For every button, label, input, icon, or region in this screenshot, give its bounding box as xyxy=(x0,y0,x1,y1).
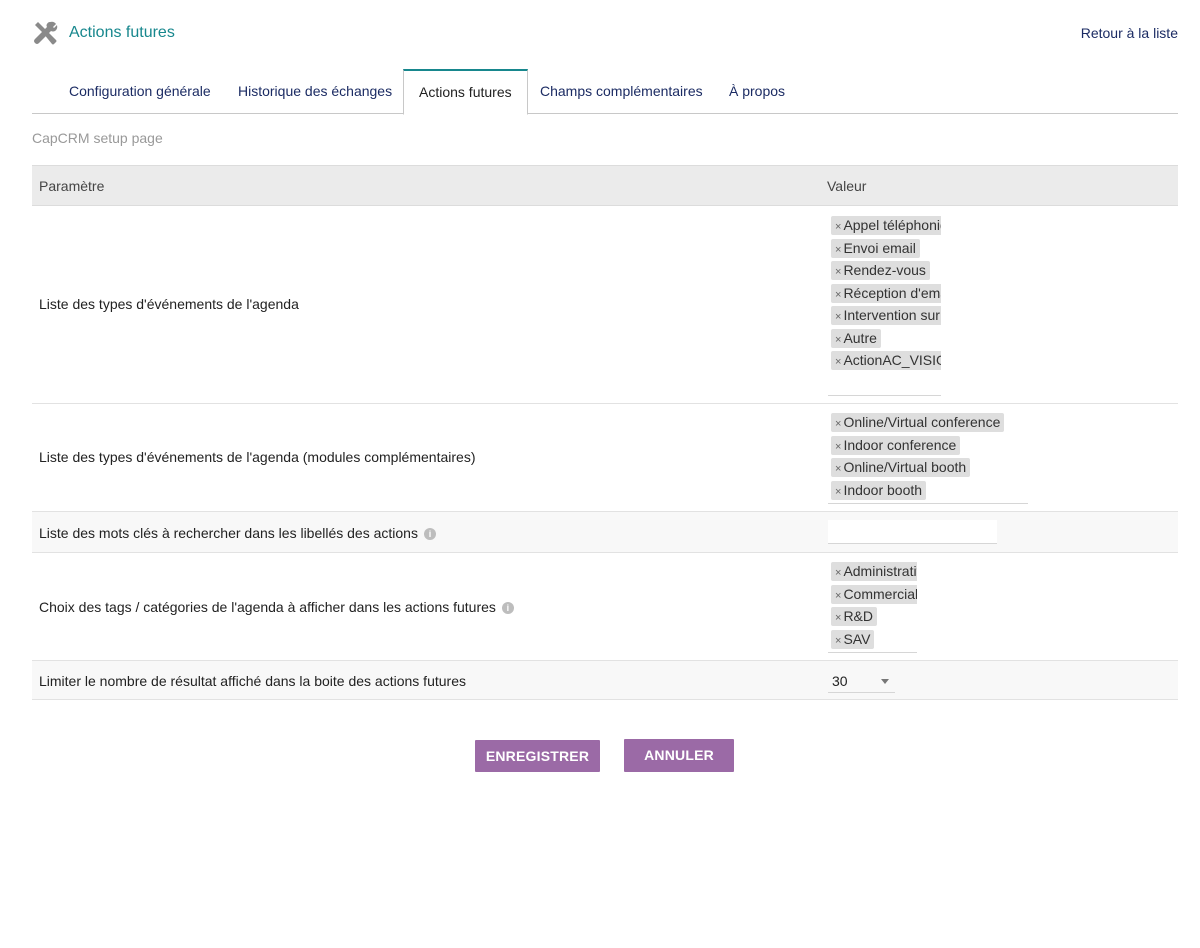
chip[interactable]: × Online/Virtual booth xyxy=(831,458,971,477)
remove-icon[interactable]: × xyxy=(832,486,843,498)
remove-icon[interactable]: × xyxy=(832,567,843,579)
page-title: Actions futures xyxy=(69,24,175,41)
chip[interactable]: ×Appel téléphonique xyxy=(831,216,941,235)
remove-icon[interactable]: × xyxy=(832,221,843,233)
cancel-button[interactable]: ANNULER xyxy=(624,739,734,772)
row-label: Choix des tags / catégories de l'agenda … xyxy=(39,599,514,615)
setup-page: Actions futures Retour à la liste Config… xyxy=(0,0,1200,948)
chip[interactable]: × Rendez-vous xyxy=(831,261,930,280)
event-types-multiselect[interactable]: ×Appel téléphonique ×Envoi email ×Rendez… xyxy=(828,212,941,396)
remove-icon[interactable]: × xyxy=(832,244,843,256)
chip[interactable]: × SAV xyxy=(831,630,875,649)
chip[interactable]: × Administratif xyxy=(831,562,917,581)
chip[interactable]: × Commercial xyxy=(831,585,917,604)
tab-about[interactable]: À propos xyxy=(729,69,785,114)
page-header: Actions futures Retour à la liste xyxy=(32,20,1178,46)
tab-general-config[interactable]: Configuration générale xyxy=(69,69,211,114)
param-column-header: Paramètre xyxy=(39,178,105,194)
tab-future-actions[interactable]: Actions futures xyxy=(403,69,528,115)
settings-table: Paramètre Valeur Liste des types d'événe… xyxy=(32,165,1178,700)
remove-icon[interactable]: × xyxy=(832,266,843,278)
chip[interactable]: × Online/Virtual conference xyxy=(831,413,1005,432)
keywords-input[interactable] xyxy=(828,520,997,544)
result-limit-select[interactable]: 30 xyxy=(828,669,895,693)
module-event-types-multiselect[interactable]: × Online/Virtual conference × Indoor confe… xyxy=(828,409,1028,504)
row-label: Liste des types d'événements de l'agenda xyxy=(39,296,299,312)
chip[interactable]: × ActionAC_VISIO xyxy=(831,351,941,370)
chip[interactable]: ×Réception d'email xyxy=(831,284,941,303)
table-row: Liste des mots clés à rechercher dans le… xyxy=(32,512,1178,553)
tab-extra-fields[interactable]: Champs complémentaires xyxy=(540,69,703,114)
remove-icon[interactable]: × xyxy=(832,418,843,430)
table-row: Limiter le nombre de résultat affiché da… xyxy=(32,661,1178,700)
remove-icon[interactable]: × xyxy=(832,612,843,624)
remove-icon[interactable]: × xyxy=(832,635,843,647)
value-column-header: Valeur xyxy=(827,178,867,194)
table-row: Liste des types d'événements de l'agenda… xyxy=(32,404,1178,512)
tags-multiselect[interactable]: × Administratif × Commercial × R&D × SAV xyxy=(828,558,917,653)
row-label: Liste des mots clés à rechercher dans le… xyxy=(39,525,436,541)
remove-icon[interactable]: × xyxy=(832,356,843,368)
chip[interactable]: ×Intervention sur site xyxy=(831,306,941,325)
back-to-list-link[interactable]: Retour à la liste xyxy=(1081,25,1178,41)
chip[interactable]: × Indoor booth xyxy=(831,481,927,500)
tab-bar: Configuration générale Historique des éc… xyxy=(32,69,1178,115)
save-button[interactable]: ENREGISTRER xyxy=(475,740,600,772)
page-subtitle: CapCRM setup page xyxy=(32,130,163,146)
table-header: Paramètre Valeur xyxy=(32,165,1178,206)
tab-exchange-history[interactable]: Historique des échanges xyxy=(238,69,392,114)
info-icon[interactable]: i xyxy=(501,602,514,615)
row-label: Liste des types d'événements de l'agenda… xyxy=(39,449,476,465)
remove-icon[interactable]: × xyxy=(832,334,843,346)
chip[interactable]: × Autre xyxy=(831,329,881,348)
info-icon[interactable]: i xyxy=(423,528,436,541)
row-label: Limiter le nombre de résultat affiché da… xyxy=(39,673,466,689)
remove-icon[interactable]: × xyxy=(832,311,843,323)
table-row: Liste des types d'événements de l'agenda… xyxy=(32,206,1178,404)
tools-icon xyxy=(34,21,58,45)
remove-icon[interactable]: × xyxy=(832,441,843,453)
chevron-down-icon xyxy=(881,679,889,684)
remove-icon[interactable]: × xyxy=(832,463,843,475)
remove-icon[interactable]: × xyxy=(832,590,843,602)
chip[interactable]: × Envoi email xyxy=(831,239,920,258)
remove-icon[interactable]: × xyxy=(832,289,843,301)
table-row: Choix des tags / catégories de l'agenda … xyxy=(32,553,1178,661)
chip[interactable]: × Indoor conference xyxy=(831,436,961,455)
chip[interactable]: × R&D xyxy=(831,607,877,626)
